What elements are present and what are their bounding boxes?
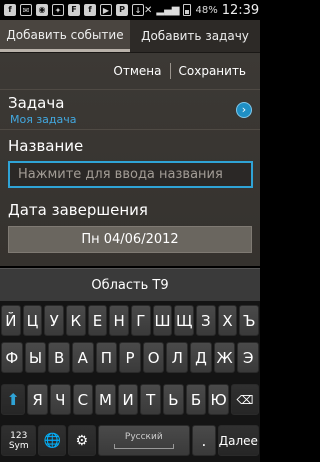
key[interactable]: Щ [174,305,195,336]
key[interactable]: Я [27,384,48,415]
keyboard: Й Ц У К Е Н Г Ш Щ З Х Ъ Ф Ы В А П Р О Л … [0,301,260,462]
battery-icon [183,4,192,16]
name-field[interactable] [8,161,253,188]
signal-icon: ▂▄▆ [156,4,180,16]
t9-area[interactable]: Область Т9 [0,268,260,301]
play-icon: ▶ [100,4,112,16]
key[interactable]: Б [185,384,207,415]
key[interactable]: Ш [152,305,173,336]
key[interactable]: А [71,342,94,373]
sym-top-label: 123 [10,430,28,441]
key[interactable]: И [117,384,139,415]
space-key[interactable]: Русский [97,425,191,456]
action-row: Отмена Сохранить [0,53,260,90]
task-value: Моя задача [10,113,77,126]
key[interactable]: Е [87,305,108,336]
cancel-button[interactable]: Отмена [105,64,169,78]
due-date-label: Дата завершения [8,201,148,219]
keyboard-row-1: Й Ц У К Е Н Г Ш Щ З Х Ъ [0,305,260,338]
name-input[interactable] [18,167,243,182]
space-bar-icon [113,444,174,449]
key[interactable]: О [142,342,165,373]
key[interactable]: С [72,384,94,415]
backspace-key[interactable]: ⌫ [230,384,260,415]
due-date-button[interactable]: Пн 04/06/2012 [8,226,252,253]
key[interactable]: Т [140,384,162,415]
keyboard-row-3: ⬆ Я Ч С М И Т Ь Б Ю ⌫ [0,384,260,417]
key[interactable]: П [95,342,118,373]
save-button[interactable]: Сохранить [171,64,255,78]
key[interactable]: Ю [208,384,229,415]
mute-icon: ✕ [144,4,153,16]
twitter-icon: ✦ [52,4,64,16]
download-icon: ↓ [132,4,144,16]
tab-bar: Добавить событие Добавить задачу [0,20,260,53]
key[interactable]: Ь [163,384,184,415]
gear-icon: ⚙ [75,432,89,449]
key[interactable]: Э [237,342,260,373]
key[interactable]: Д [190,342,212,373]
key[interactable]: Ц [22,305,43,336]
key[interactable]: У [44,305,64,336]
facebook-icon: f [84,4,96,16]
keyboard-row-4: 123 Sym 🌐 ⚙ Русский . Далее [0,425,260,458]
key[interactable]: Ы [24,342,47,373]
settings-key[interactable]: ⚙ [68,425,96,456]
battery-percent: 48% [195,4,218,16]
key[interactable]: Ъ [239,305,260,336]
key[interactable]: К [65,305,86,336]
shift-arrow-icon: ⬆ [6,390,20,409]
globe-key[interactable]: 🌐 [38,425,66,456]
name-label: Название [8,137,84,155]
task-selector[interactable]: Задача Моя задача › [0,90,260,130]
backspace-icon: ⌫ [236,392,254,407]
chevron-right-icon: › [236,102,252,118]
p-icon: P [116,4,128,16]
key[interactable]: Й [0,305,21,336]
key[interactable]: Ж [213,342,236,373]
key[interactable]: М [95,384,116,415]
shift-key[interactable]: ⬆ [0,384,26,415]
space-language-label: Русский [124,432,163,442]
task-form: Отмена Сохранить Задача Моя задача › Наз… [0,53,260,266]
key[interactable]: Ч [49,384,71,415]
notification-icons: f ✉ ◉ ✦ F f ▶ P ↓ [4,4,144,16]
key[interactable]: Г [131,305,151,336]
tab-add-task[interactable]: Добавить задачу [130,20,260,52]
flipboard-icon: F [68,4,80,16]
task-label: Задача [8,94,65,112]
globe-icon: 🌐 [43,432,61,449]
key[interactable]: Н [109,305,129,336]
symbols-key[interactable]: 123 Sym [1,425,37,456]
key[interactable]: Ф [0,342,23,373]
keyboard-row-2: Ф Ы В А П Р О Л Д Ж Э [0,342,260,375]
instagram-icon: ◉ [36,4,48,16]
key[interactable]: Л [166,342,189,373]
sym-bottom-label: Sym [8,440,29,451]
key[interactable]: З [196,305,216,336]
key[interactable]: Х [217,305,238,336]
facebook-icon: f [4,4,16,16]
mail-icon: ✉ [20,4,32,16]
status-right: ✕ ▂▄▆ 48% 12:39 [144,3,259,18]
period-key[interactable]: . [192,425,216,456]
tab-add-event[interactable]: Добавить событие [0,20,130,52]
clock: 12:39 [221,2,260,18]
key[interactable]: В [48,342,70,373]
status-bar: f ✉ ◉ ✦ F f ▶ P ↓ ✕ ▂▄▆ 48% 12:39 [0,0,260,20]
key[interactable]: Р [119,342,141,373]
next-key[interactable]: Далее [217,425,259,456]
